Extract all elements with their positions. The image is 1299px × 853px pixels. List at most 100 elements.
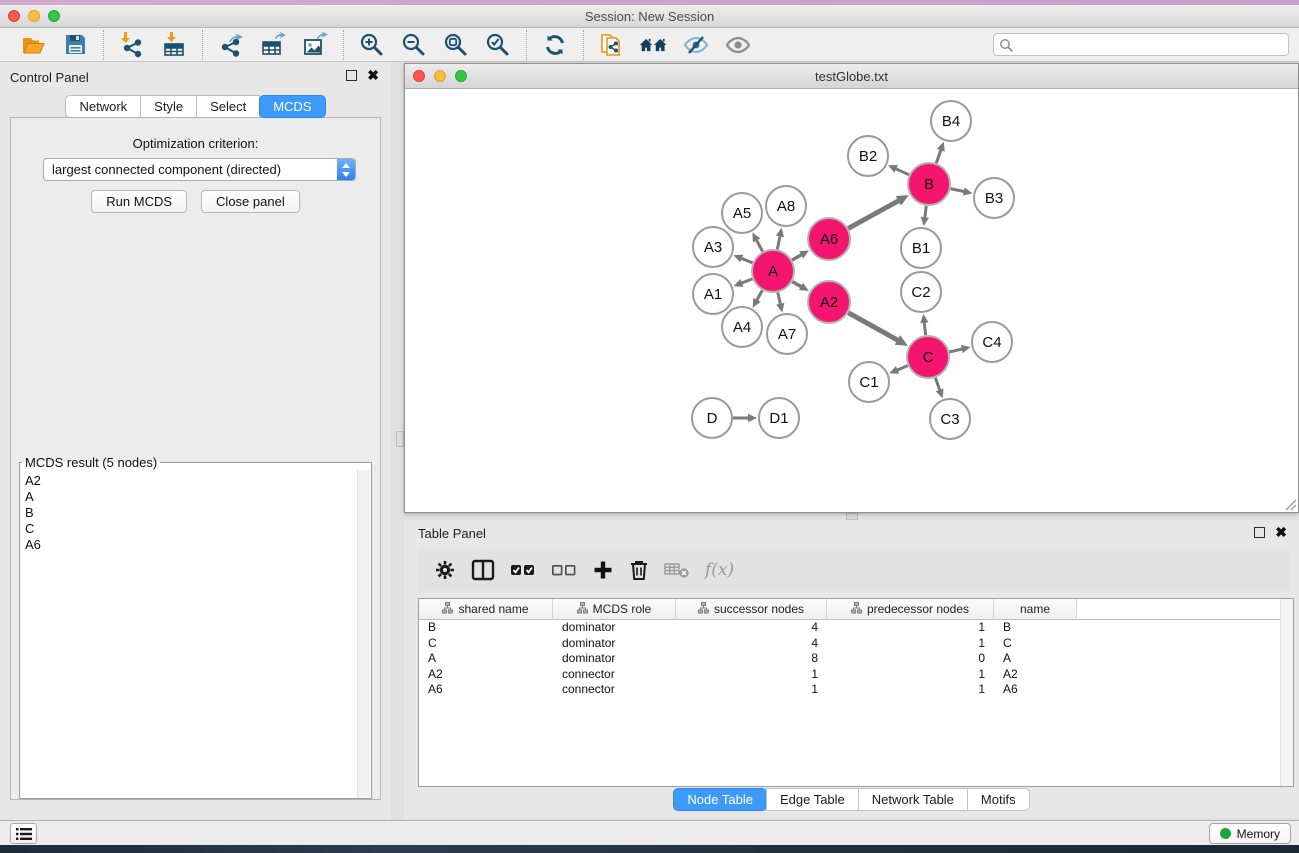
cell-name[interactable]: C	[994, 636, 1077, 652]
export-image-icon[interactable]	[300, 30, 330, 60]
cell-name[interactable]: A6	[994, 682, 1077, 698]
attribute-type-icon	[851, 602, 862, 617]
close-panel-button[interactable]: Close panel	[201, 190, 300, 213]
tab-style[interactable]: Style	[140, 95, 197, 118]
close-panel-icon[interactable]: ✖	[367, 70, 379, 81]
cell-MCDS-role[interactable]: dominator	[553, 651, 676, 667]
cell-MCDS-role[interactable]: dominator	[553, 620, 676, 636]
horizontal-splitter-handle[interactable]	[846, 513, 858, 520]
arrowhead-icon	[776, 303, 784, 313]
cell-predecessor-nodes[interactable]: 0	[827, 651, 994, 667]
search-input[interactable]	[1018, 35, 1283, 54]
cell-successor-nodes[interactable]: 1	[676, 682, 827, 698]
tab-network[interactable]: Network	[65, 95, 141, 118]
tab-edge-table[interactable]: Edge Table	[766, 788, 859, 811]
edge-A2-C[interactable]	[848, 313, 900, 342]
zoom-fit-icon[interactable]	[441, 30, 471, 60]
import-network-icon[interactable]	[117, 30, 147, 60]
function-builder-icon: f(x)	[705, 557, 734, 583]
export-table-icon[interactable]	[258, 30, 288, 60]
result-item[interactable]: B	[25, 505, 357, 521]
cell-shared-name[interactable]: A	[419, 651, 553, 667]
cell-predecessor-nodes[interactable]: 1	[827, 682, 994, 698]
result-item[interactable]: A	[25, 489, 357, 505]
export-network-icon[interactable]	[216, 30, 246, 60]
cell-name[interactable]: A	[994, 651, 1077, 667]
node-label-A: A	[768, 263, 778, 280]
result-item[interactable]: A6	[25, 537, 357, 553]
network-canvas[interactable]: AA1A3A5A8A4A7A6A2BB1B2B3B4CC1C2C3C4DD1	[405, 89, 1298, 512]
tab-select[interactable]: Select	[196, 95, 260, 118]
float-table-panel-icon[interactable]	[1254, 527, 1265, 538]
network-window-titlebar[interactable]: testGlobe.txt	[405, 64, 1298, 89]
cell-predecessor-nodes[interactable]: 1	[827, 636, 994, 652]
cell-successor-nodes[interactable]: 8	[676, 651, 827, 667]
tab-motifs[interactable]: Motifs	[967, 788, 1030, 811]
save-session-icon[interactable]	[60, 30, 90, 60]
delete-table-icon	[664, 557, 690, 583]
close-table-panel-icon[interactable]: ✖	[1275, 527, 1287, 538]
optimization-criterion-dropdown[interactable]: largest connected component (directed)	[43, 158, 356, 181]
zoom-selected-icon[interactable]	[483, 30, 513, 60]
table-scrollbar[interactable]	[1280, 599, 1293, 786]
cell-MCDS-role[interactable]: dominator	[553, 636, 676, 652]
deselect-unchecked-boxes-icon[interactable]	[551, 557, 577, 583]
node-label-C2: C2	[911, 284, 930, 301]
refresh-layout-icon[interactable]	[540, 30, 570, 60]
cell-MCDS-role[interactable]: connector	[553, 667, 676, 683]
home-icon[interactable]	[639, 30, 669, 60]
column-header-name[interactable]: name	[994, 599, 1077, 620]
zoom-in-icon[interactable]	[357, 30, 387, 60]
result-list-scrollbar[interactable]	[357, 470, 370, 797]
table-row[interactable]: Bdominator41B	[419, 620, 1293, 636]
column-header-MCDS-role[interactable]: MCDS role	[553, 599, 676, 620]
column-header-successor-nodes[interactable]: successor nodes	[676, 599, 827, 620]
hide-panels-icon[interactable]	[681, 30, 711, 60]
tab-node-table[interactable]: Node Table	[673, 788, 767, 811]
memory-label: Memory	[1237, 827, 1280, 841]
run-mcds-button[interactable]: Run MCDS	[91, 190, 187, 213]
result-item[interactable]: C	[25, 521, 357, 537]
cell-shared-name[interactable]: B	[419, 620, 553, 636]
cell-successor-nodes[interactable]: 1	[676, 667, 827, 683]
vertical-splitter-handle[interactable]	[396, 431, 404, 447]
edge-A6-B[interactable]	[848, 199, 901, 228]
table-row[interactable]: Cdominator41C	[419, 636, 1293, 652]
tab-network-table[interactable]: Network Table	[858, 788, 968, 811]
select-checked-boxes-icon[interactable]	[510, 557, 536, 583]
table-row[interactable]: A2connector11A2	[419, 667, 1293, 683]
task-history-button[interactable]	[10, 823, 37, 844]
cell-name[interactable]: B	[994, 620, 1077, 636]
zoom-out-icon[interactable]	[399, 30, 429, 60]
cell-successor-nodes[interactable]: 4	[676, 620, 827, 636]
cell-name[interactable]: A2	[994, 667, 1077, 683]
open-session-icon[interactable]	[18, 30, 48, 60]
add-column-icon[interactable]	[592, 557, 614, 583]
arrowhead-icon	[748, 414, 757, 422]
dropdown-stepper-icon	[337, 159, 355, 180]
cell-predecessor-nodes[interactable]: 1	[827, 667, 994, 683]
delete-column-icon[interactable]	[629, 557, 649, 583]
import-table-icon[interactable]	[159, 30, 189, 60]
table-row[interactable]: A6connector11A6	[419, 682, 1293, 698]
network-graph: AA1A3A5A8A4A7A6A2BB1B2B3B4CC1C2C3C4DD1	[405, 89, 1298, 512]
cell-shared-name[interactable]: A2	[419, 667, 553, 683]
split-view-icon[interactable]	[471, 557, 495, 583]
session-networks-icon[interactable]	[597, 30, 627, 60]
column-header-shared-name[interactable]: shared name	[419, 599, 553, 620]
cell-MCDS-role[interactable]: connector	[553, 682, 676, 698]
gear-icon[interactable]	[434, 557, 456, 583]
cell-successor-nodes[interactable]: 4	[676, 636, 827, 652]
table-row[interactable]: Adominator80A	[419, 651, 1293, 667]
cell-shared-name[interactable]: C	[419, 636, 553, 652]
resize-grip-icon[interactable]	[1284, 498, 1297, 511]
memory-button[interactable]: Memory	[1209, 823, 1291, 844]
result-item[interactable]: A2	[25, 473, 357, 489]
cell-shared-name[interactable]: A6	[419, 682, 553, 698]
float-panel-icon[interactable]	[346, 70, 357, 81]
control-panel-title: Control Panel	[10, 70, 89, 85]
cell-predecessor-nodes[interactable]: 1	[827, 620, 994, 636]
show-panels-icon[interactable]	[723, 30, 753, 60]
tab-mcds[interactable]: MCDS	[259, 95, 325, 118]
column-header-predecessor-nodes[interactable]: predecessor nodes	[827, 599, 994, 620]
